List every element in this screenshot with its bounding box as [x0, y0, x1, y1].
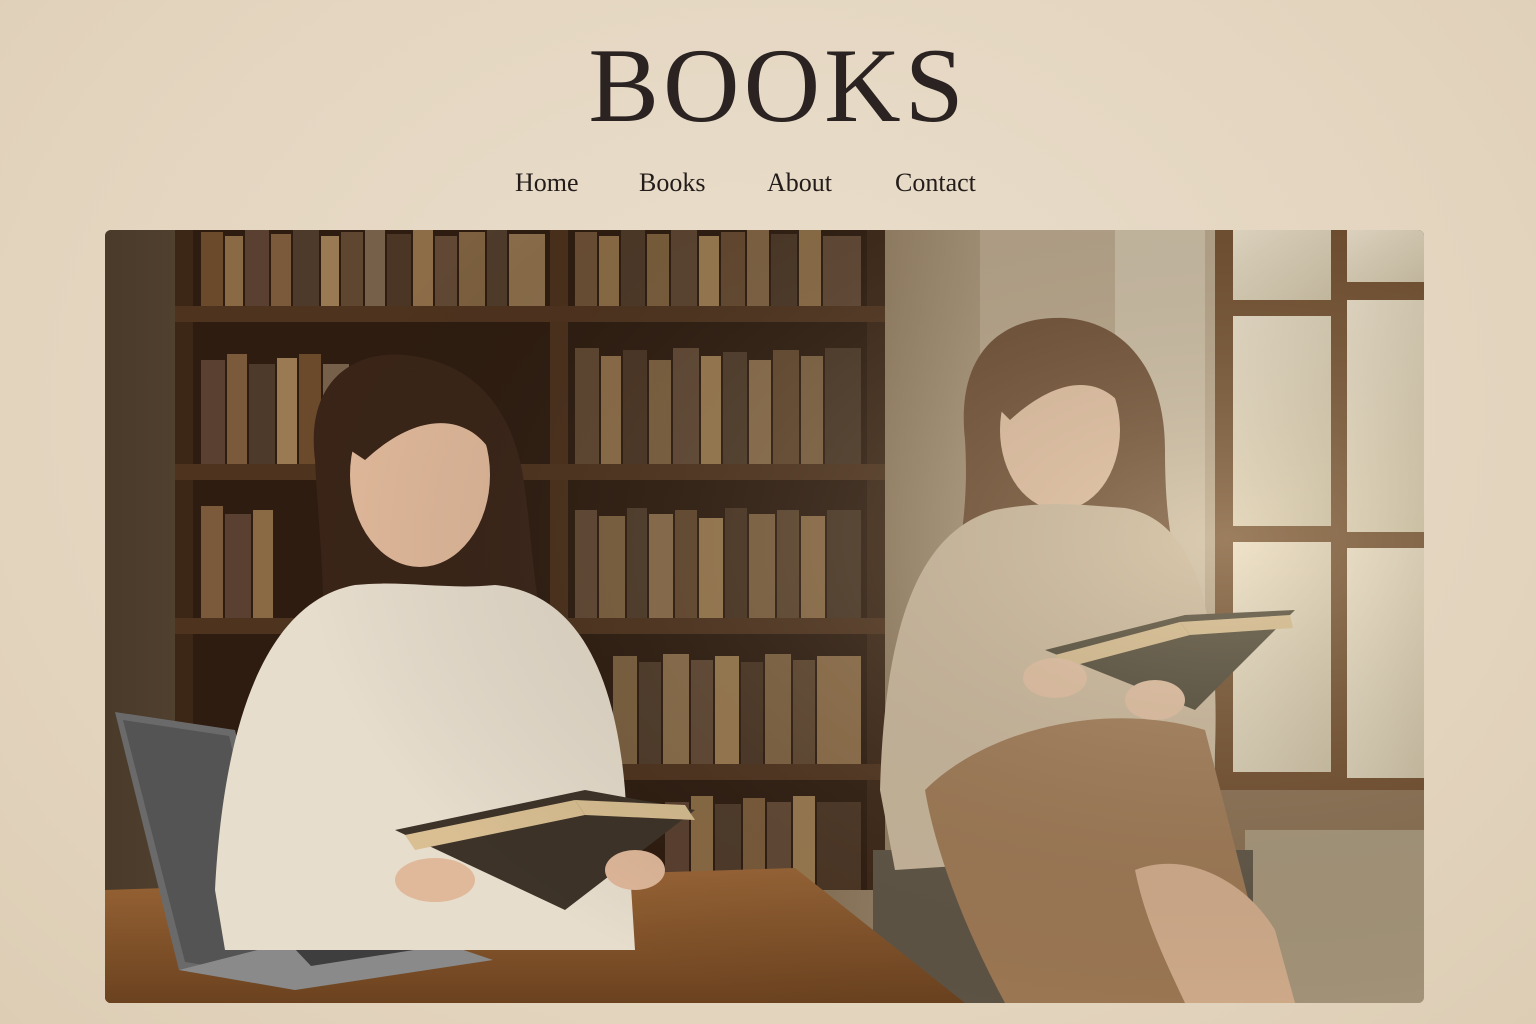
nav-about-link[interactable]: About [767, 166, 832, 200]
nav-books-link[interactable]: Books [639, 166, 705, 200]
nav-contact-link[interactable]: Contact [895, 166, 976, 200]
hero-illustration [105, 230, 1424, 1003]
site-title: BOOKS [588, 27, 968, 144]
light-overlay [105, 230, 1424, 1003]
main-nav: Home Books About Contact [0, 166, 1536, 206]
hero-image [105, 230, 1424, 1003]
nav-home-link[interactable]: Home [515, 166, 579, 200]
